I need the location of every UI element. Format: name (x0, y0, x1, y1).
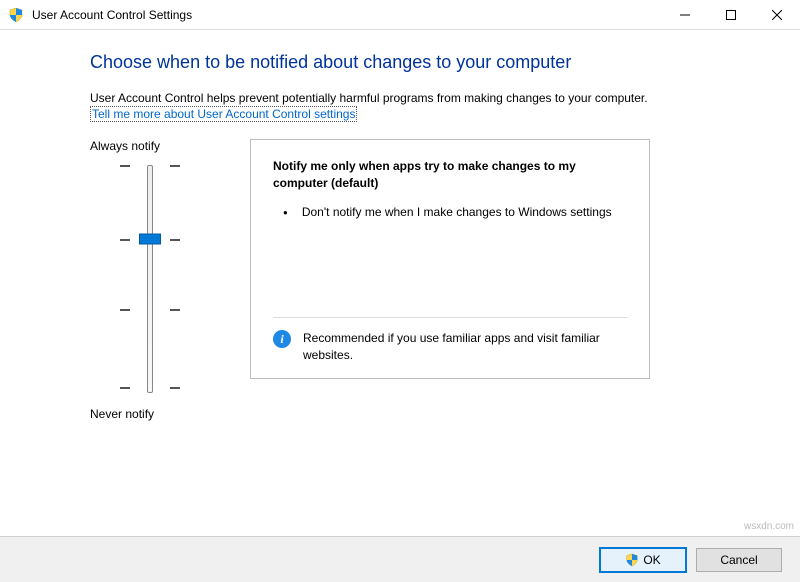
info-icon: i (273, 330, 291, 348)
window-controls (662, 0, 800, 29)
level-bullet: ● Don't notify me when I make changes to… (273, 204, 627, 222)
page-heading: Choose when to be notified about changes… (90, 52, 730, 73)
slider-tick (120, 309, 180, 311)
page-description: User Account Control helps prevent poten… (90, 91, 730, 105)
cancel-button[interactable]: Cancel (696, 548, 782, 572)
bullet-icon: ● (283, 204, 288, 222)
slider-column: Always notify Never notify (90, 139, 210, 439)
slider-tick (120, 387, 180, 389)
level-recommendation-text: Recommended if you use familiar apps and… (303, 330, 627, 364)
ok-button-label: OK (643, 553, 660, 567)
level-heading: Notify me only when apps try to make cha… (273, 158, 627, 192)
slider-track (147, 165, 153, 393)
cancel-button-label: Cancel (720, 553, 757, 567)
learn-more-link[interactable]: Tell me more about User Account Control … (90, 106, 357, 122)
maximize-button[interactable] (708, 0, 754, 29)
window-title: User Account Control Settings (32, 8, 662, 22)
notification-slider[interactable] (120, 159, 180, 399)
uac-shield-icon (625, 553, 639, 567)
titlebar: User Account Control Settings (0, 0, 800, 30)
slider-max-label: Always notify (90, 139, 210, 153)
slider-thumb[interactable] (139, 234, 161, 245)
slider-tick (120, 165, 180, 167)
level-recommendation: i Recommended if you use familiar apps a… (273, 317, 627, 364)
close-button[interactable] (754, 0, 800, 29)
slider-min-label: Never notify (90, 407, 210, 421)
uac-shield-icon (8, 7, 24, 23)
content-area: Choose when to be notified about changes… (0, 30, 800, 439)
level-bullet-text: Don't notify me when I make changes to W… (302, 204, 612, 222)
dialog-button-bar: OK Cancel (0, 536, 800, 582)
ok-button[interactable]: OK (600, 548, 686, 572)
slider-area: Always notify Never notify Notify me onl… (90, 139, 730, 439)
watermark: wsxdn.com (744, 521, 794, 532)
minimize-button[interactable] (662, 0, 708, 29)
level-description-panel: Notify me only when apps try to make cha… (250, 139, 650, 379)
